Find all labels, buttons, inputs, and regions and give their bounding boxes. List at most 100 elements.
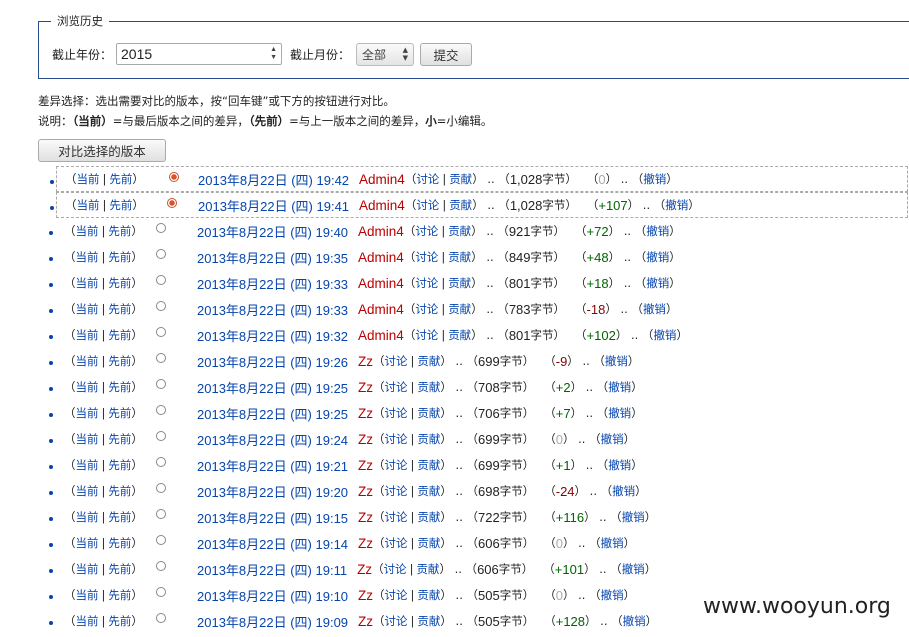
- user-link[interactable]: Zz: [358, 588, 373, 603]
- radio-unselected[interactable]: [156, 379, 166, 389]
- prev-diff-link[interactable]: 先前: [108, 406, 131, 420]
- talk-link[interactable]: 讨论: [416, 171, 439, 187]
- prev-diff-link[interactable]: 先前: [109, 172, 132, 186]
- prev-diff-link[interactable]: 先前: [108, 562, 131, 576]
- cur-diff-link[interactable]: 当前: [77, 172, 100, 186]
- radio-unselected[interactable]: [156, 509, 166, 519]
- undo-link[interactable]: 撤销: [646, 275, 669, 291]
- talk-link[interactable]: 讨论: [385, 405, 408, 421]
- radio-unselected[interactable]: [156, 483, 166, 493]
- contrib-link[interactable]: 贡献: [448, 249, 471, 265]
- prev-diff-link[interactable]: 先前: [109, 198, 132, 212]
- contrib-link[interactable]: 贡献: [417, 587, 440, 603]
- contrib-link[interactable]: 贡献: [417, 379, 440, 395]
- radio-unselected[interactable]: [156, 353, 166, 363]
- revision-date-link[interactable]: 2013年8月22日 (四) 19:14: [197, 534, 348, 553]
- talk-link[interactable]: 讨论: [385, 379, 408, 395]
- user-link[interactable]: Zz: [358, 432, 373, 447]
- prev-diff-link[interactable]: 先前: [108, 432, 131, 446]
- cur-diff-link[interactable]: 当前: [76, 328, 99, 342]
- undo-link[interactable]: 撤销: [601, 535, 624, 551]
- undo-link[interactable]: 撤销: [643, 301, 666, 317]
- compare-revisions-button[interactable]: 对比选择的版本: [38, 139, 166, 162]
- undo-link[interactable]: 撤销: [623, 613, 646, 629]
- user-link[interactable]: Admin4: [358, 302, 404, 317]
- prev-diff-link[interactable]: 先前: [108, 588, 131, 602]
- revision-date-link[interactable]: 2013年8月22日 (四) 19:25: [197, 404, 348, 423]
- contrib-link[interactable]: 贡献: [417, 405, 440, 421]
- prev-diff-link[interactable]: 先前: [108, 276, 131, 290]
- radio-unselected[interactable]: [156, 613, 166, 623]
- revision-date-link[interactable]: 2013年8月22日 (四) 19:09: [197, 612, 348, 631]
- talk-link[interactable]: 讨论: [385, 613, 408, 629]
- radio-unselected[interactable]: [156, 275, 166, 285]
- undo-link[interactable]: 撤销: [612, 483, 635, 499]
- user-link[interactable]: Admin4: [358, 250, 404, 265]
- contrib-link[interactable]: 贡献: [417, 457, 440, 473]
- contrib-link[interactable]: 贡献: [448, 327, 471, 343]
- radio-unselected[interactable]: [156, 535, 166, 545]
- undo-link[interactable]: 撤销: [643, 171, 666, 187]
- revision-date-link[interactable]: 2013年8月22日 (四) 19:32: [197, 326, 348, 345]
- prev-diff-link[interactable]: 先前: [108, 510, 131, 524]
- talk-link[interactable]: 讨论: [415, 327, 438, 343]
- user-link[interactable]: Admin4: [358, 276, 404, 291]
- revision-date-link[interactable]: 2013年8月22日 (四) 19:42: [198, 170, 349, 189]
- cur-diff-link[interactable]: 当前: [76, 302, 99, 316]
- user-link[interactable]: Admin4: [358, 328, 404, 343]
- revision-date-link[interactable]: 2013年8月22日 (四) 19:26: [197, 352, 348, 371]
- cur-diff-link[interactable]: 当前: [77, 198, 100, 212]
- user-link[interactable]: Zz: [358, 354, 373, 369]
- radio-unselected[interactable]: [156, 561, 166, 571]
- talk-link[interactable]: 讨论: [385, 353, 408, 369]
- contrib-link[interactable]: 贡献: [448, 275, 471, 291]
- month-select[interactable]: 全部 ▲ ▼: [356, 42, 415, 66]
- user-link[interactable]: Zz: [358, 614, 373, 629]
- revision-date-link[interactable]: 2013年8月22日 (四) 19:25: [197, 378, 348, 397]
- prev-diff-link[interactable]: 先前: [108, 354, 131, 368]
- talk-link[interactable]: 讨论: [384, 561, 407, 577]
- radio-unselected[interactable]: [156, 301, 166, 311]
- radio-unselected[interactable]: [156, 587, 166, 597]
- revision-date-link[interactable]: 2013年8月22日 (四) 19:33: [197, 274, 348, 293]
- talk-link[interactable]: 讨论: [415, 249, 438, 265]
- undo-link[interactable]: 撤销: [601, 587, 624, 603]
- talk-link[interactable]: 讨论: [385, 509, 408, 525]
- cur-diff-link[interactable]: 当前: [76, 458, 99, 472]
- user-link[interactable]: Admin4: [359, 198, 405, 213]
- user-link[interactable]: Zz: [358, 484, 373, 499]
- talk-link[interactable]: 讨论: [385, 535, 408, 551]
- talk-link[interactable]: 讨论: [385, 431, 408, 447]
- undo-link[interactable]: 撤销: [601, 431, 624, 447]
- undo-link[interactable]: 撤销: [646, 223, 669, 239]
- prev-diff-link[interactable]: 先前: [108, 536, 131, 550]
- prev-diff-link[interactable]: 先前: [108, 250, 131, 264]
- year-spinner-icon[interactable]: ▲ ▼: [270, 46, 277, 62]
- undo-link[interactable]: 撤销: [646, 249, 669, 265]
- contrib-link[interactable]: 贡献: [417, 483, 440, 499]
- revision-date-link[interactable]: 2013年8月22日 (四) 19:21: [197, 456, 348, 475]
- revision-date-link[interactable]: 2013年8月22日 (四) 19:15: [197, 508, 348, 527]
- user-link[interactable]: Zz: [357, 562, 372, 577]
- revision-date-link[interactable]: 2013年8月22日 (四) 19:24: [197, 430, 348, 449]
- talk-link[interactable]: 讨论: [415, 275, 438, 291]
- revision-date-link[interactable]: 2013年8月22日 (四) 19:20: [197, 482, 348, 501]
- talk-link[interactable]: 讨论: [416, 197, 439, 213]
- talk-link[interactable]: 讨论: [415, 223, 438, 239]
- cur-diff-link[interactable]: 当前: [76, 562, 99, 576]
- radio-selected[interactable]: [167, 198, 177, 208]
- prev-diff-link[interactable]: 先前: [108, 458, 131, 472]
- revision-date-link[interactable]: 2013年8月22日 (四) 19:10: [197, 586, 348, 605]
- cur-diff-link[interactable]: 当前: [76, 510, 99, 524]
- user-link[interactable]: Zz: [358, 406, 373, 421]
- prev-diff-link[interactable]: 先前: [108, 484, 131, 498]
- revision-date-link[interactable]: 2013年8月22日 (四) 19:41: [198, 196, 349, 215]
- contrib-link[interactable]: 贡献: [417, 613, 440, 629]
- contrib-link[interactable]: 贡献: [448, 223, 471, 239]
- user-link[interactable]: Zz: [358, 536, 373, 551]
- user-link[interactable]: Zz: [358, 510, 373, 525]
- revision-date-link[interactable]: 2013年8月22日 (四) 19:33: [197, 300, 348, 319]
- undo-link[interactable]: 撤销: [608, 457, 631, 473]
- submit-button[interactable]: 提交: [420, 42, 473, 66]
- cur-diff-link[interactable]: 当前: [76, 406, 99, 420]
